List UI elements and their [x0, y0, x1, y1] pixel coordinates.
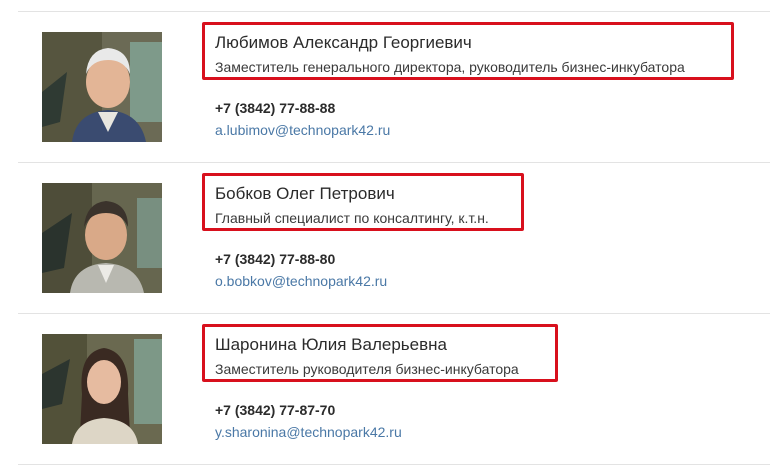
staff-phone: +7 (3842) 77-88-88 [215, 100, 336, 116]
staff-email-link[interactable]: y.sharonina@technopark42.ru [215, 424, 402, 440]
staff-email-link[interactable]: a.lubimov@technopark42.ru [215, 122, 390, 138]
staff-name: Шаронина Юлия Валерьевна [215, 335, 447, 354]
staff-position: Заместитель руководителя бизнес-инкубато… [215, 361, 519, 377]
staff-name: Бобков Олег Петрович [215, 184, 395, 203]
staff-photo [42, 183, 162, 293]
person-photo-male-dark-hair [42, 183, 162, 293]
staff-photo [42, 32, 162, 142]
staff-name: Любимов Александр Георгиевич [215, 33, 472, 52]
divider [18, 464, 770, 465]
staff-position: Главный специалист по консалтингу, к.т.н… [215, 210, 489, 226]
person-photo-male-gray-hair [42, 32, 162, 142]
staff-phone: +7 (3842) 77-87-70 [215, 402, 336, 418]
staff-photo [42, 334, 162, 444]
staff-phone: +7 (3842) 77-88-80 [215, 251, 336, 267]
staff-email-link[interactable]: o.bobkov@technopark42.ru [215, 273, 387, 289]
staff-list: Любимов Александр Георгиевич Заместитель… [0, 0, 772, 469]
staff-position: Заместитель генерального директора, руко… [215, 59, 685, 75]
staff-card: Любимов Александр Георгиевич Заместитель… [0, 12, 772, 162]
staff-card: Бобков Олег Петрович Главный специалист … [0, 163, 772, 313]
person-photo-female-dark-hair [42, 334, 162, 444]
staff-card: Шаронина Юлия Валерьевна Заместитель рук… [0, 314, 772, 464]
